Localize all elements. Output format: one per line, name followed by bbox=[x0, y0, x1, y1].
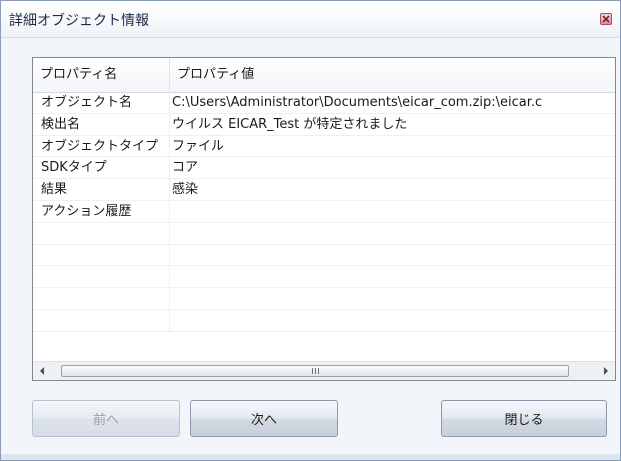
list-rows: オブジェクト名 C:\Users\Administrator\Documents… bbox=[33, 92, 615, 332]
empty-row bbox=[33, 222, 615, 245]
arrow-left-icon bbox=[40, 367, 44, 375]
table-row[interactable]: アクション履歴 bbox=[33, 200, 615, 223]
table-row[interactable]: 検出名 ウイルス EICAR_Test が特定されました bbox=[33, 113, 615, 136]
property-value-cell: 感染 bbox=[172, 182, 199, 198]
empty-row bbox=[33, 266, 615, 289]
empty-cell bbox=[33, 309, 170, 331]
property-name-cell: オブジェクトタイプ bbox=[33, 135, 170, 157]
empty-cell bbox=[33, 266, 170, 288]
property-value-cell: ウイルス EICAR_Test が特定されました bbox=[172, 116, 408, 132]
property-name-cell: SDKタイプ bbox=[33, 157, 170, 179]
column-header-property-name[interactable]: プロパティ名 bbox=[33, 58, 170, 92]
empty-cell bbox=[33, 222, 170, 244]
window-title: 詳細オブジェクト情報 bbox=[9, 13, 149, 29]
property-list[interactable]: プロパティ名 プロパティ値 オブジェクト名 C:\Users\Administr… bbox=[32, 57, 616, 381]
column-header-property-value[interactable]: プロパティ値 bbox=[170, 58, 615, 92]
property-value-cell: ファイル bbox=[172, 138, 225, 154]
property-value-cell: コア bbox=[172, 160, 199, 176]
scroll-left-button[interactable] bbox=[33, 362, 51, 380]
list-header: プロパティ名 プロパティ値 bbox=[33, 58, 615, 93]
table-row[interactable]: オブジェクト名 C:\Users\Administrator\Documents… bbox=[33, 92, 615, 114]
window-close-button[interactable] bbox=[600, 13, 612, 25]
close-icon bbox=[602, 15, 610, 23]
property-value-cell bbox=[170, 201, 615, 222]
arrow-right-icon bbox=[604, 367, 608, 375]
title-bar[interactable]: 詳細オブジェクト情報 bbox=[1, 1, 620, 38]
prev-button[interactable]: 前へ bbox=[32, 400, 180, 437]
empty-row bbox=[33, 309, 615, 332]
scroll-thumb[interactable] bbox=[61, 365, 569, 377]
horizontal-scrollbar[interactable] bbox=[33, 361, 615, 380]
next-button[interactable]: 次へ bbox=[190, 400, 338, 437]
detail-object-info-dialog: 詳細オブジェクト情報 プロパティ名 プロパティ値 オブジェクト名 C:\User… bbox=[0, 0, 621, 461]
empty-row bbox=[33, 244, 615, 267]
scroll-right-button[interactable] bbox=[597, 362, 615, 380]
window-bottom-edge bbox=[1, 454, 620, 460]
scroll-grip-icon bbox=[311, 368, 319, 374]
table-row[interactable]: 結果 感染 bbox=[33, 179, 615, 201]
property-name-cell: 結果 bbox=[33, 179, 170, 201]
property-value-cell: C:\Users\Administrator\Documents\eicar_c… bbox=[172, 95, 543, 110]
empty-cell bbox=[33, 288, 170, 310]
empty-cell bbox=[33, 244, 170, 266]
property-name-cell: アクション履歴 bbox=[33, 200, 170, 222]
table-row[interactable]: オブジェクトタイプ ファイル bbox=[33, 135, 615, 158]
table-row[interactable]: SDKタイプ コア bbox=[33, 157, 615, 180]
empty-row bbox=[33, 288, 615, 310]
property-name-cell: オブジェクト名 bbox=[33, 92, 170, 113]
close-button[interactable]: 閉じる bbox=[441, 400, 607, 437]
property-name-cell: 検出名 bbox=[33, 113, 170, 135]
